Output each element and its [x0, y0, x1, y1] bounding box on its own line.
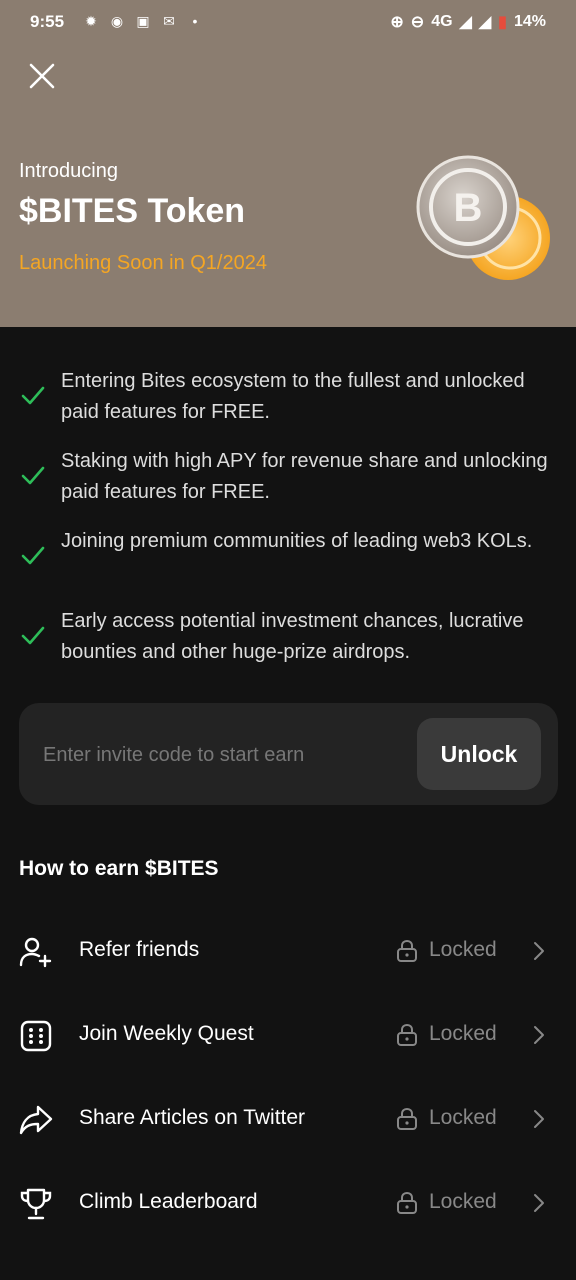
mail-icon: ✉ [163, 12, 175, 29]
earn-item-status: Locked [429, 938, 497, 961]
lock-icon [397, 1023, 417, 1046]
signal-2-icon: ◢ [478, 14, 492, 31]
messenger-icon: ◉ [110, 12, 124, 29]
coin-icon: B [416, 155, 550, 280]
chevron-right-icon [534, 942, 544, 960]
feature-text: Entering Bites ecosystem to the fullest … [61, 370, 525, 423]
earn-item-weekly-quest[interactable]: Join Weekly Quest Locked [0, 994, 576, 1078]
earn-item-label: Share Articles on Twitter [79, 1106, 306, 1129]
check-icon [21, 466, 45, 485]
share-icon [19, 1105, 53, 1135]
feature-text: Joining premium communities of leading w… [61, 530, 533, 552]
battery-icon: ▮ [498, 14, 507, 31]
data-saver-icon: ⊕ [390, 14, 404, 31]
coin-letter: B [454, 186, 483, 230]
earn-section-title: How to earn $BITES [19, 857, 219, 880]
earn-item-leaderboard[interactable]: Climb Leaderboard Locked [0, 1162, 576, 1246]
chevron-right-icon [534, 1026, 544, 1044]
lock-icon [397, 1107, 417, 1130]
earn-item-status: Locked [429, 1106, 497, 1129]
chevron-right-icon [534, 1110, 544, 1128]
invite-code-panel: Unlock [19, 703, 558, 805]
earn-item-label: Climb Leaderboard [79, 1190, 258, 1213]
notification-icons: ✹ ◉ ▣ ✉ • [82, 12, 204, 30]
network-label: 4G [431, 13, 453, 30]
launch-date: Launching Soon in Q1/2024 [19, 252, 267, 274]
more-dot-icon: • [192, 13, 198, 29]
status-bar: 9:55 ✹ ◉ ▣ ✉ • ⊕ ⊖ 4G ◢ ◢ ▮ 14% [0, 0, 576, 44]
lock-icon [397, 939, 417, 962]
add-user-icon [19, 937, 52, 968]
lock-icon [397, 1191, 417, 1214]
trophy-icon [20, 1188, 52, 1220]
app-notification-icon: ▣ [136, 12, 150, 29]
hero-banner: 9:55 ✹ ◉ ▣ ✉ • ⊕ ⊖ 4G ◢ ◢ ▮ 14% Introduc… [0, 0, 576, 327]
status-time: 9:55 [30, 12, 65, 31]
check-icon [21, 626, 45, 645]
close-icon[interactable] [26, 60, 58, 92]
signal-icon: ◢ [459, 14, 472, 31]
status-right: ⊕ ⊖ 4G ◢ ◢ ▮ 14% [390, 12, 546, 32]
earn-item-label: Join Weekly Quest [79, 1022, 254, 1045]
intro-text: Introducing [19, 160, 118, 182]
unlock-button[interactable]: Unlock [417, 718, 541, 790]
earn-item-refer-friends[interactable]: Refer friends Locked [0, 910, 576, 994]
earn-item-label: Refer friends [79, 938, 200, 961]
page-title: $BITES Token [19, 192, 246, 230]
feature-text: Early access potential investment chance… [61, 610, 524, 663]
settings-icon: ✹ [85, 12, 97, 29]
chevron-right-icon [534, 1194, 544, 1212]
feature-text: Staking with high APY for revenue share … [61, 450, 548, 503]
dice-icon [20, 1020, 52, 1052]
earn-item-share-articles[interactable]: Share Articles on Twitter Locked [0, 1078, 576, 1162]
invite-code-input[interactable] [41, 737, 415, 773]
earn-item-status: Locked [429, 1022, 497, 1045]
earn-item-status: Locked [429, 1190, 497, 1213]
check-icon [21, 386, 45, 405]
check-icon [21, 546, 45, 565]
dnd-icon: ⊖ [410, 14, 425, 31]
battery-level: 14% [513, 13, 546, 30]
